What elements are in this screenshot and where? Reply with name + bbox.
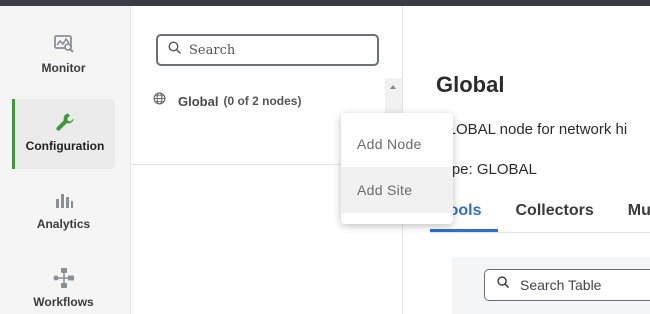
sidebar-item-label: Monitor xyxy=(41,61,86,75)
tree-search-input[interactable] xyxy=(189,42,369,58)
menu-item-add-node[interactable]: Add Node xyxy=(341,121,453,167)
sidebar-item-label: Configuration xyxy=(25,139,105,153)
tab-collectors[interactable]: Collectors xyxy=(498,194,610,232)
sidebar-item-label: Workflows xyxy=(33,295,94,309)
sidebar-nav: Monitor Configuration Analytics Workflow… xyxy=(0,6,131,314)
tree-node-global[interactable]: Global (0 of 2 nodes) xyxy=(153,92,301,110)
context-menu: Add Node Add Site xyxy=(341,113,453,224)
table-container xyxy=(452,257,650,314)
sidebar-item-configuration[interactable]: Configuration xyxy=(12,99,115,169)
sidebar-item-analytics[interactable]: Analytics xyxy=(12,177,115,247)
tree-search-box[interactable] xyxy=(156,34,379,66)
node-description: GLOBAL node for network hi xyxy=(436,121,628,138)
bar-chart-icon xyxy=(53,185,75,215)
scroll-up-icon[interactable] xyxy=(390,85,396,89)
workflow-icon xyxy=(52,263,76,293)
tab-divider xyxy=(430,232,650,233)
table-search-box[interactable] xyxy=(484,269,650,301)
tree-node-count: (0 of 2 nodes) xyxy=(223,94,302,108)
page-title: Global xyxy=(436,72,505,97)
tab-bar: Tools Collectors Mult xyxy=(430,194,650,232)
tab-more[interactable]: Mult xyxy=(611,194,650,232)
search-icon xyxy=(168,40,182,60)
sidebar-item-label: Analytics xyxy=(36,217,91,231)
monitor-icon xyxy=(53,29,75,59)
sidebar-item-workflows[interactable]: Workflows xyxy=(12,255,115,314)
menu-item-add-site[interactable]: Add Site xyxy=(341,167,453,213)
globe-icon xyxy=(153,92,166,110)
sidebar-item-monitor[interactable]: Monitor xyxy=(12,21,115,91)
wrench-icon xyxy=(54,107,76,137)
search-icon xyxy=(497,276,510,294)
table-search-input[interactable] xyxy=(520,277,650,293)
tree-node-label: Global xyxy=(178,93,219,109)
